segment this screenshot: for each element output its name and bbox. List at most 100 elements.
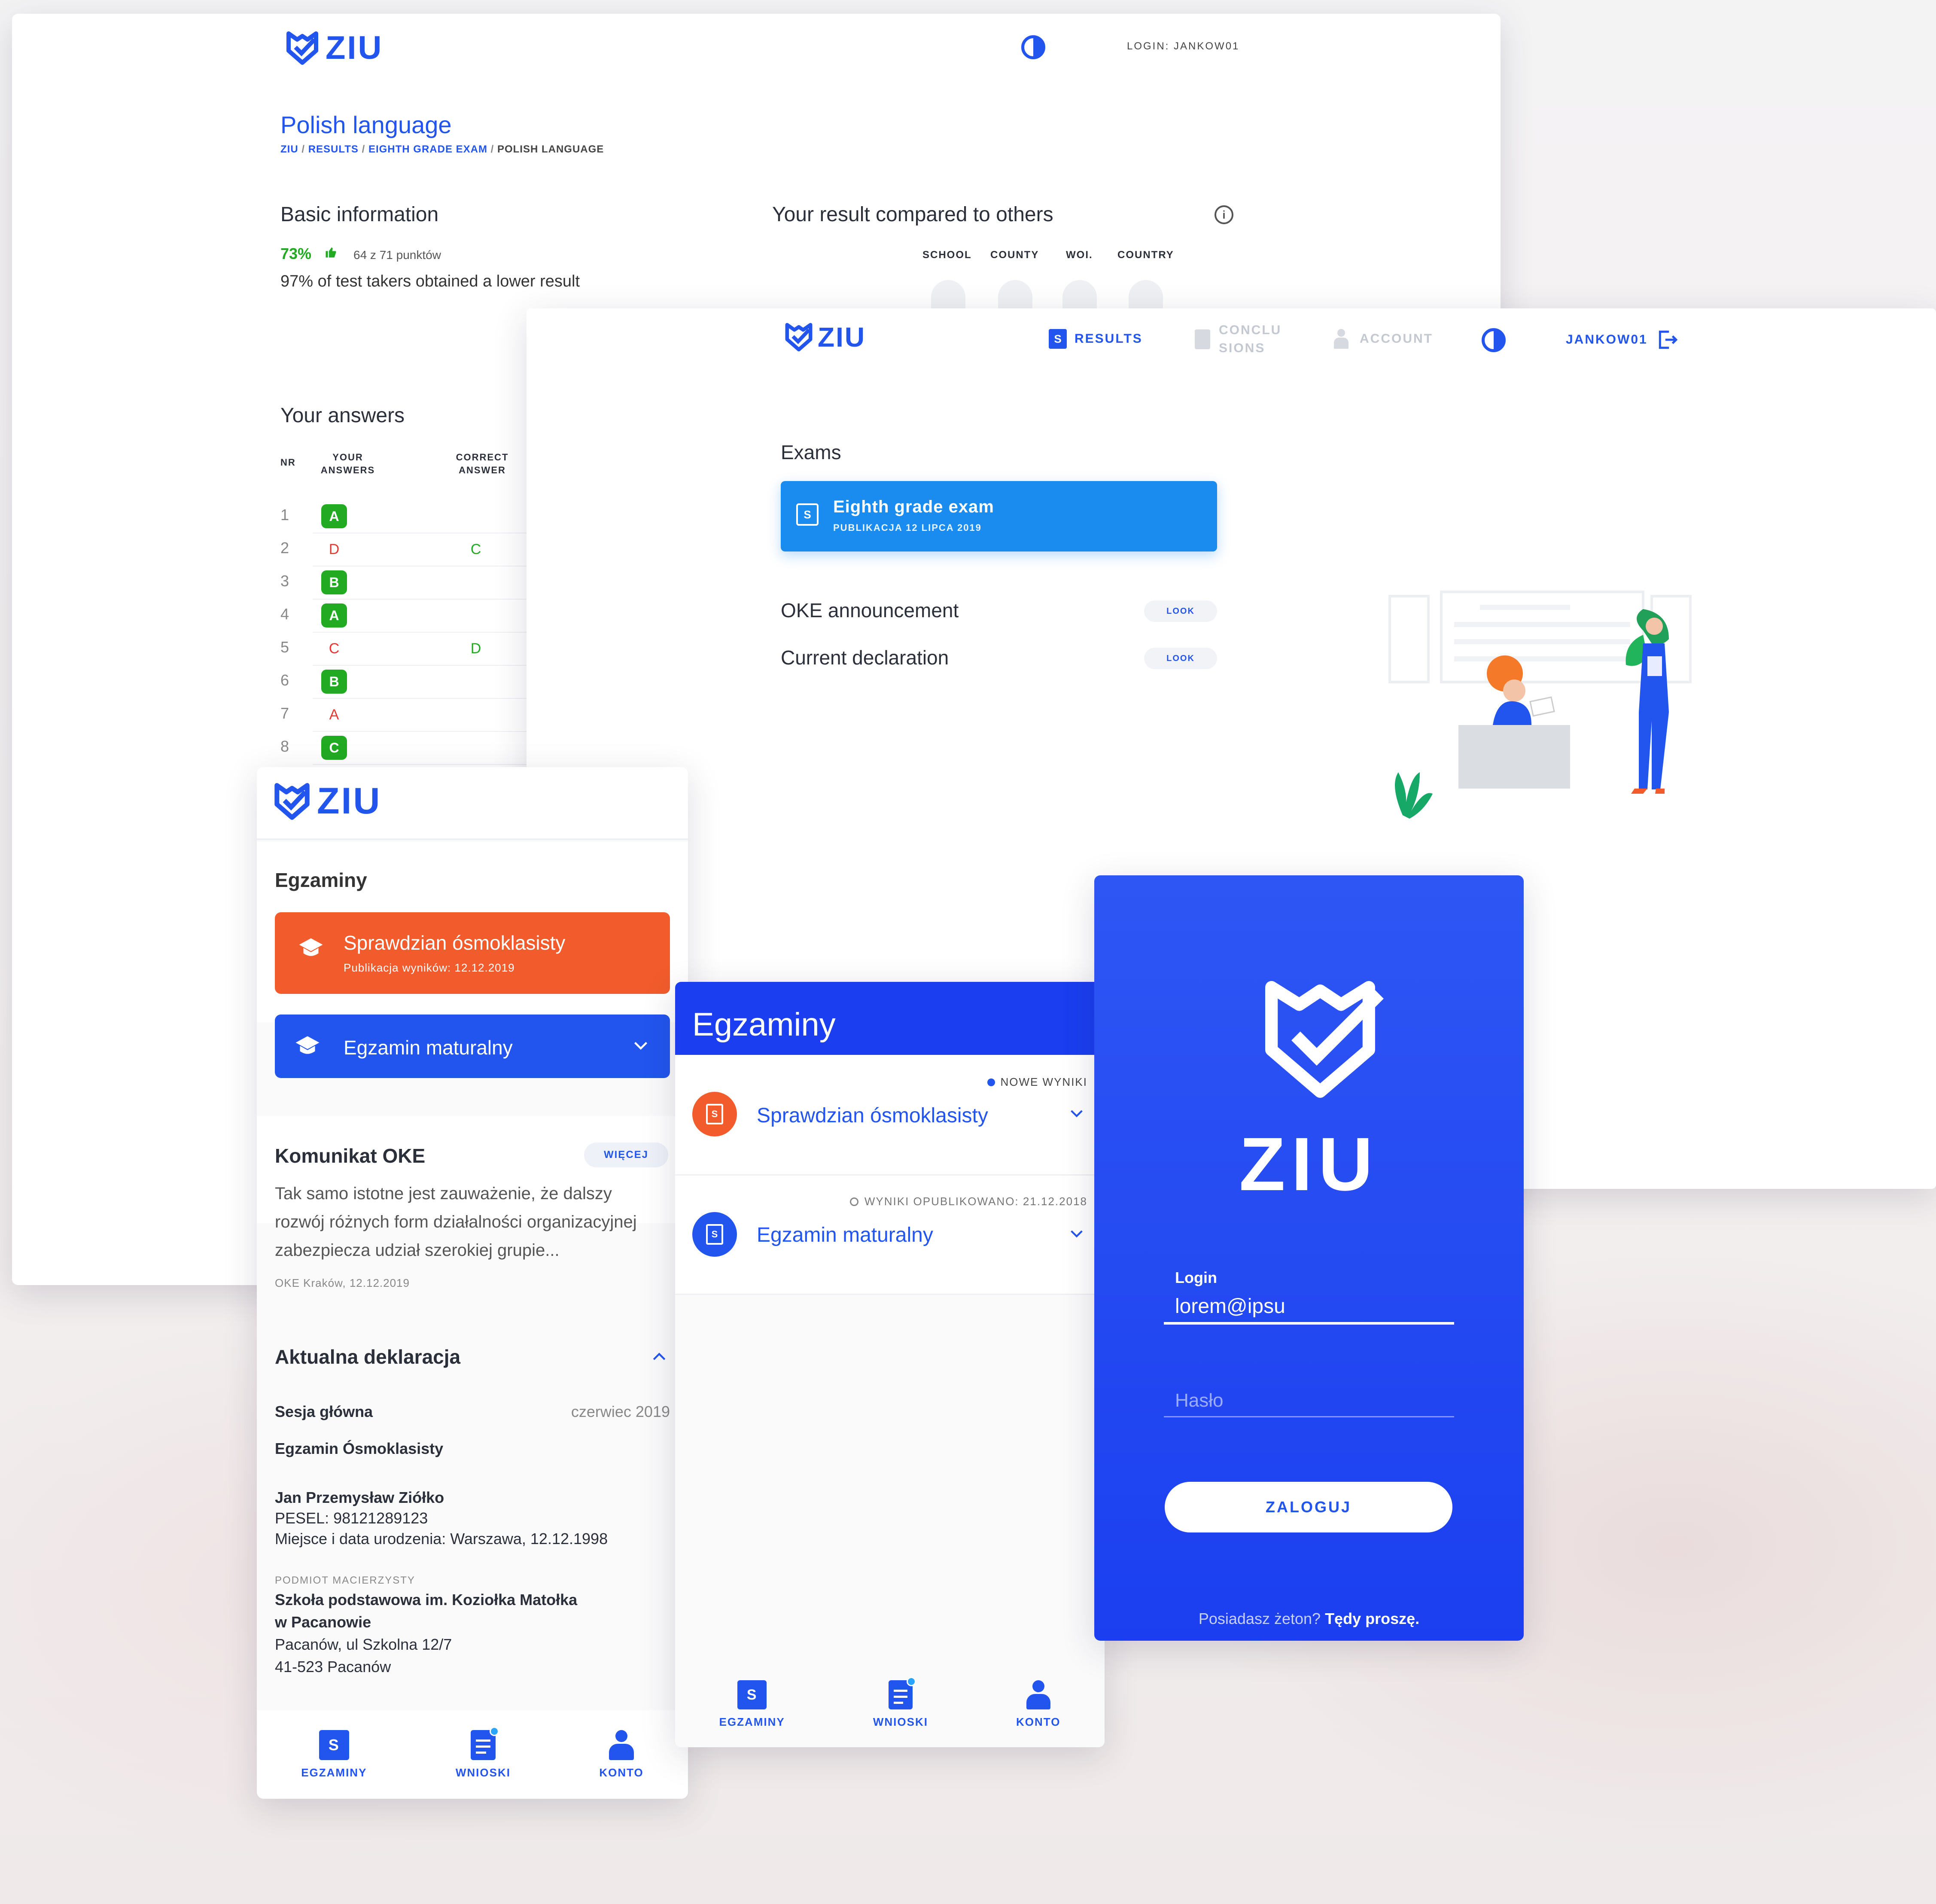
exam-item-1-title[interactable]: Sprawdzian ósmoklasisty bbox=[757, 1104, 988, 1127]
answer-row-divider bbox=[313, 566, 553, 567]
answers-title: Your answers bbox=[280, 404, 405, 427]
exam-card-subtitle: PUBLIKACJA 12 LIPCA 2019 bbox=[833, 522, 982, 533]
exam-item-orange-icon: S bbox=[692, 1092, 737, 1136]
exam-card-icon: S bbox=[796, 503, 819, 526]
answer-row-correct-answer bbox=[463, 603, 489, 628]
current-declaration-look-button[interactable]: LOOK bbox=[1144, 648, 1217, 669]
nav-results[interactable]: S RESULTS bbox=[1049, 329, 1143, 349]
chevron-down-icon[interactable] bbox=[1069, 1229, 1084, 1239]
exam-card-orange[interactable]: Sprawdzian ósmoklasisty Publikacja wynik… bbox=[275, 912, 670, 994]
account-icon bbox=[609, 1730, 634, 1760]
nav-wnioski-label: WNIOSKI bbox=[455, 1766, 511, 1779]
compare-title: Your result compared to others bbox=[772, 203, 1053, 226]
answer-row-nr: 3 bbox=[280, 572, 289, 590]
compare-columns: SCHOOL COUNTY WOI. COUNTRY bbox=[922, 249, 1186, 261]
exams-icon: S bbox=[319, 1730, 349, 1760]
divider bbox=[675, 1294, 1105, 1295]
password-input[interactable]: Hasło bbox=[1164, 1380, 1454, 1417]
answer-row-divider bbox=[313, 764, 553, 765]
contrast-toggle-icon[interactable] bbox=[1482, 328, 1506, 352]
exam-card-eighth-grade[interactable]: S Eighth grade exam PUBLIKACJA 12 LIPCA … bbox=[781, 481, 1217, 551]
token-text: Posiadasz żeton? bbox=[1198, 1610, 1321, 1627]
conclusions-icon bbox=[1195, 329, 1210, 349]
compare-col-woi: WOI. bbox=[1066, 249, 1093, 261]
account-icon bbox=[1026, 1680, 1050, 1709]
nav-konto[interactable]: KONTO bbox=[599, 1730, 643, 1779]
chevron-up-icon[interactable] bbox=[652, 1351, 667, 1362]
nav-account[interactable]: ACCOUNT bbox=[1334, 329, 1433, 349]
login-submit-button[interactable]: ZALOGUJ bbox=[1165, 1482, 1452, 1532]
exam-card-blue[interactable]: Egzamin maturalny bbox=[275, 1014, 670, 1078]
session-label: Sesja główna bbox=[275, 1403, 373, 1420]
nav-wnioski-label: WNIOSKI bbox=[873, 1715, 928, 1728]
logo-text: ZIU bbox=[317, 780, 382, 822]
info-icon[interactable]: i bbox=[1215, 205, 1233, 224]
ziu-logo[interactable]: ZIU bbox=[784, 321, 866, 353]
compare-col-county: COUNTY bbox=[990, 249, 1039, 261]
answer-row-your-answer: B bbox=[321, 570, 347, 594]
oke-announcement-look-button[interactable]: LOOK bbox=[1144, 600, 1217, 622]
answer-row-your-answer: A bbox=[321, 504, 347, 528]
answer-row-nr: 6 bbox=[280, 671, 289, 689]
answer-row-correct-answer bbox=[463, 504, 489, 528]
ziu-shield-icon bbox=[785, 323, 813, 352]
token-link[interactable]: Tędy proszę. bbox=[1325, 1610, 1419, 1627]
oke-more-button[interactable]: WIĘCEJ bbox=[584, 1142, 668, 1167]
answer-row-divider bbox=[313, 665, 553, 666]
logo-text: ZIU bbox=[326, 30, 384, 66]
school-address-1: Pacanów, ul Szkolna 12/7 bbox=[275, 1636, 452, 1653]
new-results-badge: NOWE WYNIKI bbox=[987, 1075, 1087, 1089]
page-title: Polish language bbox=[280, 111, 452, 138]
answer-row-your-answer: C bbox=[321, 736, 347, 760]
nav-egzaminy[interactable]: S EGZAMINY bbox=[301, 1730, 367, 1779]
nav-wnioski[interactable]: WNIOSKI bbox=[455, 1726, 511, 1779]
answer-row-correct-answer bbox=[463, 570, 489, 594]
chevron-down-icon[interactable] bbox=[633, 1040, 648, 1051]
exam-item-2-title[interactable]: Egzamin maturalny bbox=[757, 1223, 933, 1247]
nav-konto[interactable]: KONTO bbox=[1016, 1680, 1060, 1729]
nav-egzaminy[interactable]: S EGZAMINY bbox=[719, 1680, 785, 1729]
basic-info-title: Basic information bbox=[280, 203, 439, 226]
graduation-cap-icon bbox=[299, 938, 323, 956]
answer-row-divider bbox=[313, 698, 553, 699]
nav-wnioski[interactable]: WNIOSKI bbox=[873, 1676, 928, 1729]
exam-card-orange-title: Sprawdzian ósmoklasisty bbox=[344, 932, 566, 954]
office-illustration bbox=[1388, 591, 1692, 819]
ziu-shield-icon bbox=[274, 783, 310, 820]
student-pesel: PESEL: 98121289123 bbox=[275, 1509, 428, 1527]
login-input[interactable]: lorem@ipsu bbox=[1164, 1292, 1454, 1325]
bottom-nav: S EGZAMINY WNIOSKI KONTO bbox=[675, 1661, 1105, 1747]
compare-col-country: COUNTRY bbox=[1117, 249, 1174, 261]
chevron-down-icon[interactable] bbox=[1069, 1109, 1084, 1118]
current-declaration-label: Current declaration bbox=[781, 646, 949, 669]
ziu-logo[interactable]: ZIU bbox=[273, 780, 382, 823]
nav-user[interactable]: JANKOW01 bbox=[1566, 329, 1678, 350]
account-icon bbox=[1334, 329, 1349, 349]
breadcrumb-ziu[interactable]: ZIU bbox=[280, 143, 298, 155]
mobile-exams-list-screen: Egzaminy NOWE WYNIKI S Sprawdzian ósmokl… bbox=[675, 982, 1105, 1747]
school-name-1: Szkoła podstawowa im. Koziołka Matołka bbox=[275, 1591, 578, 1608]
graduation-cap-icon bbox=[295, 1036, 320, 1054]
exam-card-blue-title: Egzamin maturalny bbox=[344, 1036, 513, 1059]
answer-row-divider bbox=[313, 632, 553, 633]
login-screen: ZIU Login lorem@ipsu Hasło ZALOGUJ Posia… bbox=[1094, 875, 1524, 1641]
school-address-2: 41-523 Pacanów bbox=[275, 1658, 391, 1676]
ziu-logo[interactable]: ZIU bbox=[285, 29, 383, 67]
contrast-toggle-icon[interactable] bbox=[1021, 35, 1045, 59]
answer-row-divider bbox=[313, 599, 553, 600]
logout-icon[interactable] bbox=[1656, 329, 1678, 350]
token-row: Posiadasz żeton? Tędy proszę. bbox=[1094, 1610, 1524, 1628]
nav-conclusions[interactable]: CONCLU SIONS bbox=[1195, 321, 1282, 357]
answer-row-nr: 8 bbox=[280, 737, 289, 755]
thumbs-up-icon bbox=[325, 246, 338, 259]
breadcrumb-results[interactable]: RESULTS bbox=[308, 143, 359, 155]
answer-row-your-answer: D bbox=[329, 541, 340, 557]
published-meta: WYNIKI OPUBLIKOWANO: 21.12.2018 bbox=[849, 1195, 1087, 1208]
school-name-2: w Pacanowie bbox=[275, 1613, 371, 1631]
login-input-value: lorem@ipsu bbox=[1175, 1295, 1285, 1318]
student-birth: Miejsce i data urodzenia: Warszawa, 12.1… bbox=[275, 1530, 608, 1548]
score-points: 64 z 71 punktów bbox=[353, 248, 441, 262]
breadcrumb-exam[interactable]: EIGHTH GRADE EXAM bbox=[368, 143, 487, 155]
exam-card-orange-subtitle: Publikacja wyników: 12.12.2019 bbox=[344, 961, 515, 974]
new-results-label: NOWE WYNIKI bbox=[1000, 1075, 1087, 1088]
